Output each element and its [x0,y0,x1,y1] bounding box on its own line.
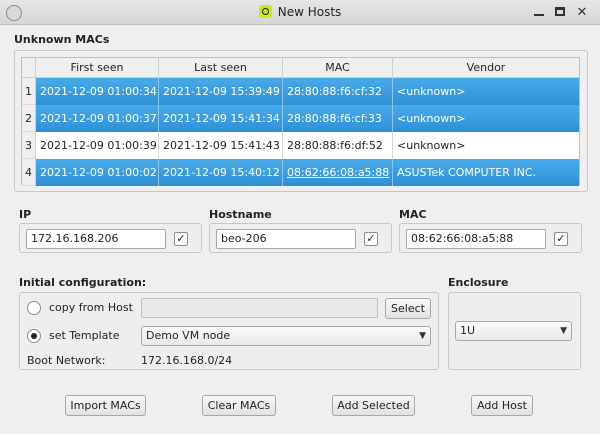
corner-header [22,58,36,78]
minimize-icon [534,14,544,16]
maximize-icon [555,7,565,16]
close-button[interactable]: ✕ [573,4,591,22]
cell-mac: 08:62:66:08:a5:88 [283,159,393,186]
cell-first-seen: 2021-12-09 01:00:02 [36,159,159,186]
column-header-first-seen[interactable]: First seen [36,58,159,78]
maximize-button[interactable] [551,4,569,22]
enclosure-select-value: 1U [460,324,476,337]
chevron-down-icon: ▼ [419,331,426,341]
column-header-last-seen[interactable]: Last seen [159,58,283,78]
row-header[interactable]: 2 [22,105,36,132]
row-header[interactable]: 1 [22,78,36,105]
cell-last-seen: 2021-12-09 15:41:34 [159,105,283,132]
cell-first-seen: 2021-12-09 01:00:37 [36,105,159,132]
add-selected-button[interactable]: Add Selected [332,395,415,416]
cell-mac: 28:80:88:f6:df:52 [283,132,393,159]
hostname-label: Hostname [209,208,272,221]
table-row[interactable]: 2021-12-09 01:00:02 2021-12-09 15:40:12 … [36,159,579,186]
app-icon [258,5,272,18]
select-host-button[interactable]: Select [385,298,431,319]
mac-label: MAC [399,208,427,221]
ip-checkbox[interactable]: ✓ [174,232,188,246]
cell-mac: 28:80:88:f6:cf:32 [283,78,393,105]
hostname-input[interactable]: beo-206 [216,229,356,249]
table-row[interactable]: 2021-12-09 01:00:34 2021-12-09 15:39:49 … [36,78,579,105]
mac-checkbox[interactable]: ✓ [554,232,568,246]
table-row[interactable]: 2021-12-09 01:00:37 2021-12-09 15:41:34 … [36,105,579,132]
cell-vendor: <unknown> [397,85,466,98]
copy-from-host-input[interactable] [141,298,378,318]
cell-first-seen: 2021-12-09 01:00:39 [36,132,159,159]
cell-first-seen: 2021-12-09 01:00:34 [36,78,159,105]
boot-network-value: 172.16.168.0/24 [141,354,233,367]
enclosure-title: Enclosure [448,276,509,289]
cell-last-seen: 2021-12-09 15:41:43 [159,132,283,159]
import-macs-button[interactable]: Import MACs [65,395,146,416]
cell-vendor: ASUSTek COMPUTER INC. [397,166,536,179]
cell-vendor: <unknown> [397,139,466,152]
copy-from-host-radio[interactable] [27,301,41,315]
minimize-button[interactable] [530,4,548,22]
table-header: First seen Last seen MAC Vendor [22,58,579,78]
hostname-checkbox[interactable]: ✓ [364,232,378,246]
chevron-down-icon: ▼ [560,326,567,336]
title-bar: New Hosts ✕ [0,0,600,25]
cell-vendor: <unknown> [397,112,466,125]
ip-input[interactable]: 172.16.168.206 [26,229,166,249]
row-header[interactable]: 3 [22,132,36,159]
close-icon: ✕ [576,5,588,20]
ip-label: IP [19,208,32,221]
clear-macs-button[interactable]: Clear MACs [202,395,276,416]
column-header-vendor[interactable]: Vendor [393,58,579,78]
cell-mac: 28:80:88:f6:cf:33 [283,105,393,132]
column-header-mac[interactable]: MAC [283,58,393,78]
copy-from-host-label[interactable]: copy from Host [49,301,133,314]
row-header[interactable]: 4 [22,159,36,186]
cell-last-seen: 2021-12-09 15:39:49 [159,78,283,105]
mac-input[interactable]: 08:62:66:08:a5:88 [406,229,546,249]
unknown-macs-table: First seen Last seen MAC Vendor 1 2021-1… [21,57,580,186]
initial-configuration-title: Initial configuration: [19,276,147,289]
set-template-radio[interactable] [27,329,41,343]
template-select[interactable]: Demo VM node ▼ [141,326,431,346]
template-select-value: Demo VM node [146,329,231,342]
window-title: New Hosts [0,5,600,19]
cell-last-seen: 2021-12-09 15:40:12 [159,159,283,186]
set-template-label[interactable]: set Template [49,329,120,342]
add-host-button[interactable]: Add Host [471,395,533,416]
boot-network-label: Boot Network: [27,354,106,367]
table-row[interactable]: 2021-12-09 01:00:39 2021-12-09 15:41:43 … [36,132,579,159]
unknown-macs-title: Unknown MACs [14,33,110,46]
new-hosts-dialog: New Hosts ✕ Unknown MACs First seen Last… [0,0,600,434]
enclosure-select[interactable]: 1U ▼ [455,321,572,341]
